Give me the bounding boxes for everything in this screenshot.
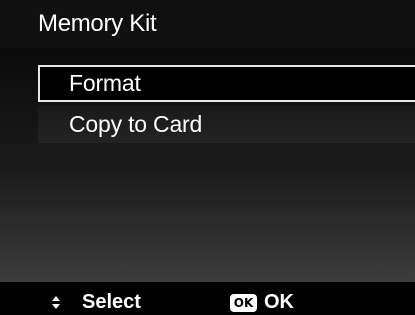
ok-hint-label: OK [264,291,294,313]
menu-item-format[interactable]: Format [38,65,415,102]
footer-hints: Select OK OK [0,282,415,315]
page-title: Memory Kit [38,10,157,37]
camera-menu-screen: Memory Kit Format Copy to Card Select OK… [0,0,415,315]
menu-list: Format Copy to Card [0,48,415,282]
title-bar: Memory Kit [0,0,415,48]
menu-item-copy-to-card[interactable]: Copy to Card [38,106,415,143]
menu-item-label: Copy to Card [69,111,203,137]
menu-item-label: Format [69,70,141,96]
select-hint-label: Select [82,291,141,313]
ok-button-icon: OK [230,294,257,312]
up-down-arrows-icon [52,296,60,312]
